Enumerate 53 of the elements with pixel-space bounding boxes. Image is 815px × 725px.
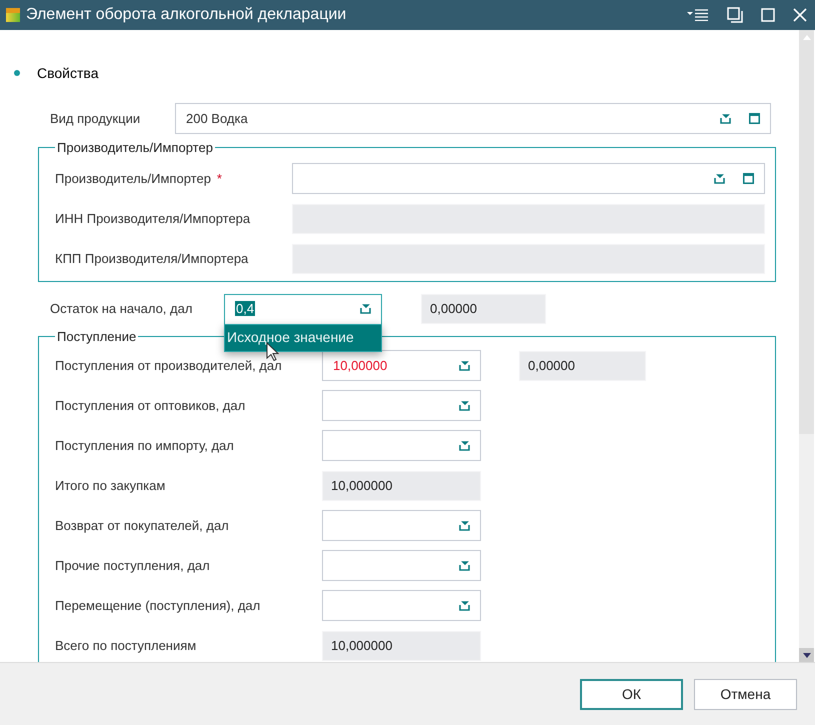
maximize-icon[interactable] (761, 8, 775, 22)
lookup-icon[interactable] (459, 520, 470, 530)
input-field[interactable]: 0,4 (224, 294, 382, 324)
readonly-field: 0,00000 (519, 350, 646, 380)
readonly-field: 0,00000 (421, 294, 546, 324)
lookup-icon[interactable] (459, 440, 470, 450)
field-label: Поступления от оптовиков, дал (55, 396, 246, 415)
field-label: Остаток на начало, дал (50, 300, 194, 318)
readonly-field: 10,000000 (322, 630, 481, 660)
field-label: Итого по закупкам (55, 476, 166, 495)
input-field[interactable] (322, 550, 481, 581)
field-label: Всего по поступлениям (55, 636, 198, 655)
app-logo-icon (6, 8, 20, 22)
field-label: Перемещение (поступления), дал (55, 596, 262, 615)
field-label: Поступления по импорту, дал (55, 436, 235, 455)
input-field[interactable] (322, 590, 481, 621)
input-field[interactable]: 10,00000 (322, 350, 481, 381)
input-field[interactable] (322, 430, 481, 461)
lookup-field[interactable]: 200 Водка (175, 103, 771, 134)
input-field[interactable] (322, 390, 481, 421)
scrollbar[interactable] (799, 30, 814, 662)
menu-icon[interactable] (687, 9, 709, 21)
lookup-icon[interactable] (459, 600, 470, 610)
field-label: Поступления от производителей, дал (55, 356, 283, 375)
scroll-down-icon[interactable] (802, 652, 810, 658)
lookup-icon[interactable] (360, 304, 371, 314)
field-label: КПП Производителя/Импортера (55, 250, 248, 268)
window-icon[interactable] (749, 113, 760, 124)
readonly-field: 10,000000 (322, 470, 481, 500)
input-field[interactable] (322, 510, 481, 541)
field-label: Прочие поступления, дал (55, 556, 211, 575)
group-title: Поступление (56, 328, 138, 346)
field-label: Производитель/Импортер (55, 170, 211, 188)
dialog-button[interactable]: Отмена (694, 678, 797, 710)
lookup-icon[interactable] (720, 114, 731, 124)
restore-icon[interactable] (727, 7, 743, 23)
window-title: Элемент оборота алкогольной декларации (26, 5, 348, 25)
lookup-icon[interactable] (714, 174, 725, 184)
field-label: ИНН Производителя/Импортера (55, 210, 250, 228)
lookup-icon[interactable] (459, 400, 470, 410)
required-mark: * (216, 170, 222, 188)
close-icon[interactable] (793, 8, 807, 22)
dialog-button[interactable]: ОК (580, 678, 683, 710)
window-icon[interactable] (743, 173, 754, 184)
bullet-icon (14, 70, 20, 76)
lookup-icon[interactable] (459, 360, 470, 370)
group-title: Производитель/Импортер (56, 139, 214, 157)
lookup-icon[interactable] (459, 560, 470, 570)
field-label: Вид продукции (50, 110, 142, 128)
popup-menu-item[interactable]: Исходное значение (224, 324, 382, 352)
lookup-field[interactable] (292, 163, 765, 194)
section-title: Свойства (37, 64, 98, 82)
field-label: Возврат от покупателей, дал (55, 516, 230, 535)
